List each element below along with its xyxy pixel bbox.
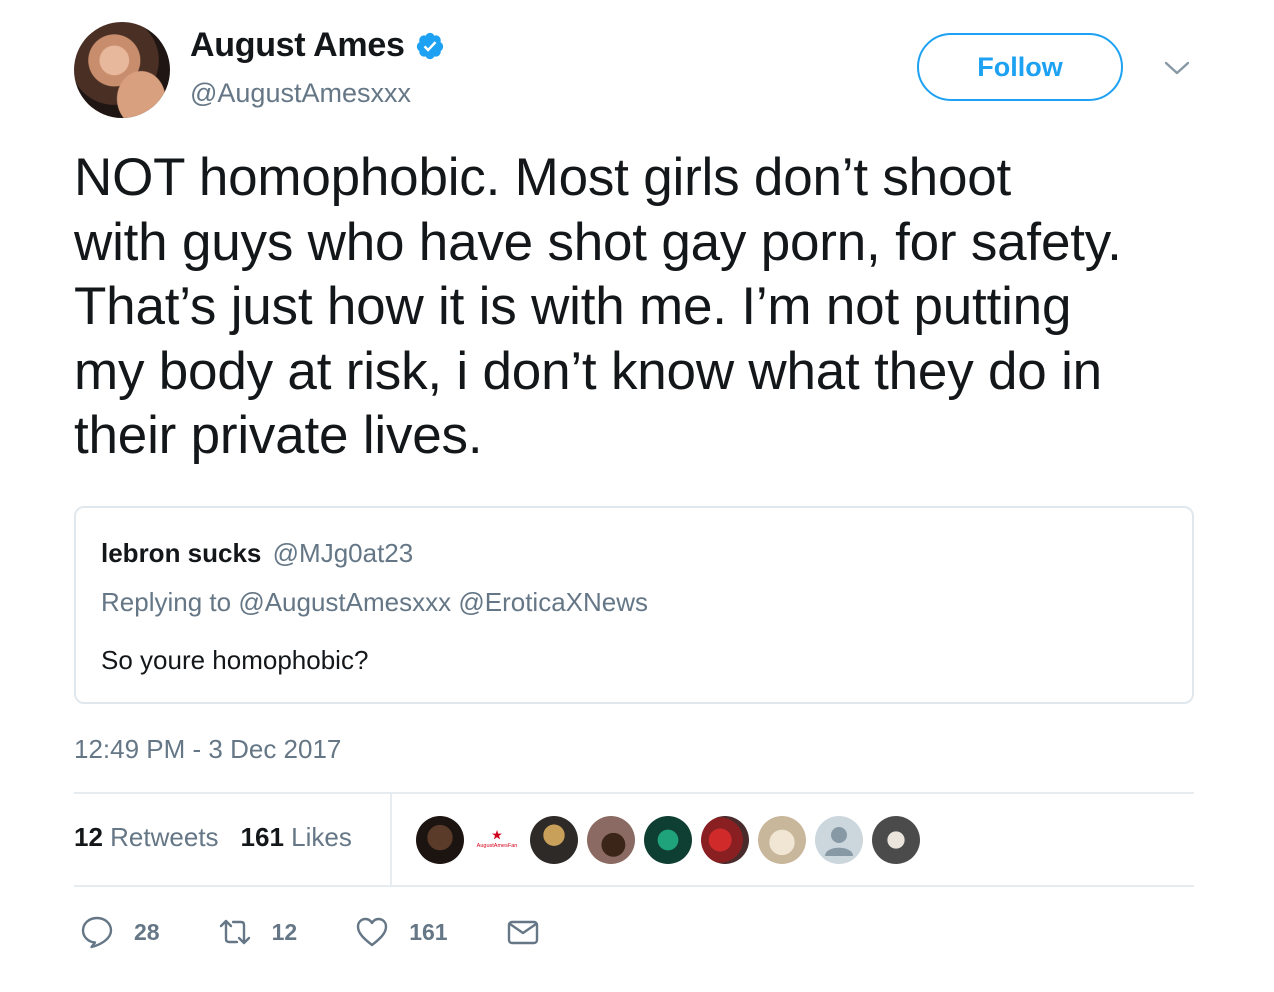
likes-stat-label: Likes [291,822,352,852]
liker-avatar-5[interactable] [644,816,692,864]
retweets-stat-count: 12 [74,822,103,852]
tweet-text: NOT homophobic. Most girls don’t shoot w… [74,148,1122,465]
verified-badge-icon [416,32,443,59]
liker-logo-text: AugustAmesFan [477,843,518,849]
profile-avatar[interactable] [74,22,170,118]
quoted-tweet[interactable]: lebron sucks @MJg0at23 Replying to @Augu… [74,506,1194,704]
tweet-stats: 12 Retweets 161 Likes [74,822,374,853]
likes-stat[interactable]: 161 Likes [241,822,352,853]
reply-action[interactable]: 28 [80,915,160,949]
retweet-icon [219,919,250,945]
retweet-count: 12 [271,918,298,945]
quoted-author: lebron sucks @MJg0at23 [101,538,413,569]
default-user-icon [825,827,853,856]
direct-message-action[interactable] [506,915,540,949]
divider-bottom [74,885,1194,887]
author-handle[interactable]: @AugustAmesxxx [190,78,411,109]
liker-avatar-6[interactable] [701,816,749,864]
author-name[interactable]: August Ames [190,26,405,65]
author-name-row[interactable]: August Ames [190,26,445,65]
liker-avatar-3[interactable] [530,816,578,864]
quoted-replying-to: Replying to @AugustAmesxxx @EroticaXNews [101,587,648,618]
tweet-actions: 28 12 161 [80,915,598,949]
like-count: 161 [409,918,448,945]
retweets-stat[interactable]: 12 Retweets [74,822,219,853]
heart-icon [356,917,388,947]
divider-top [74,792,1194,794]
replying-to-link-1[interactable]: @AugustAmesxxx [238,587,451,617]
reply-count: 28 [134,918,160,945]
reply-icon [81,916,113,949]
liker-avatar-default[interactable] [815,816,863,864]
follow-button[interactable]: Follow [917,33,1123,101]
stats-vertical-divider [390,794,392,886]
like-action[interactable]: 161 [355,915,448,949]
replying-to-link-2[interactable]: @EroticaXNews [458,587,648,617]
quoted-tweet-text: So youre homophobic? [101,645,369,675]
replying-prefix: Replying to [101,587,232,617]
likes-stat-count: 161 [240,822,284,852]
liker-avatar-august-ames-fan[interactable]: AugustAmesFan [473,816,521,864]
chevron-down-icon[interactable] [1164,58,1190,78]
quoted-author-handle: @MJg0at23 [272,538,414,568]
liker-avatar-1[interactable] [416,816,464,864]
tweet-timestamp[interactable]: 12:49 PM - 3 Dec 2017 [74,734,341,765]
liker-avatar-7[interactable] [758,816,806,864]
liker-avatar-4[interactable] [587,816,635,864]
likers-list: AugustAmesFan [416,816,929,864]
retweet-action[interactable]: 12 [218,915,298,949]
retweets-stat-label: Retweets [110,822,219,852]
liker-avatar-9[interactable] [872,816,920,864]
envelope-icon [507,920,538,945]
quoted-author-name: lebron sucks [101,538,262,568]
